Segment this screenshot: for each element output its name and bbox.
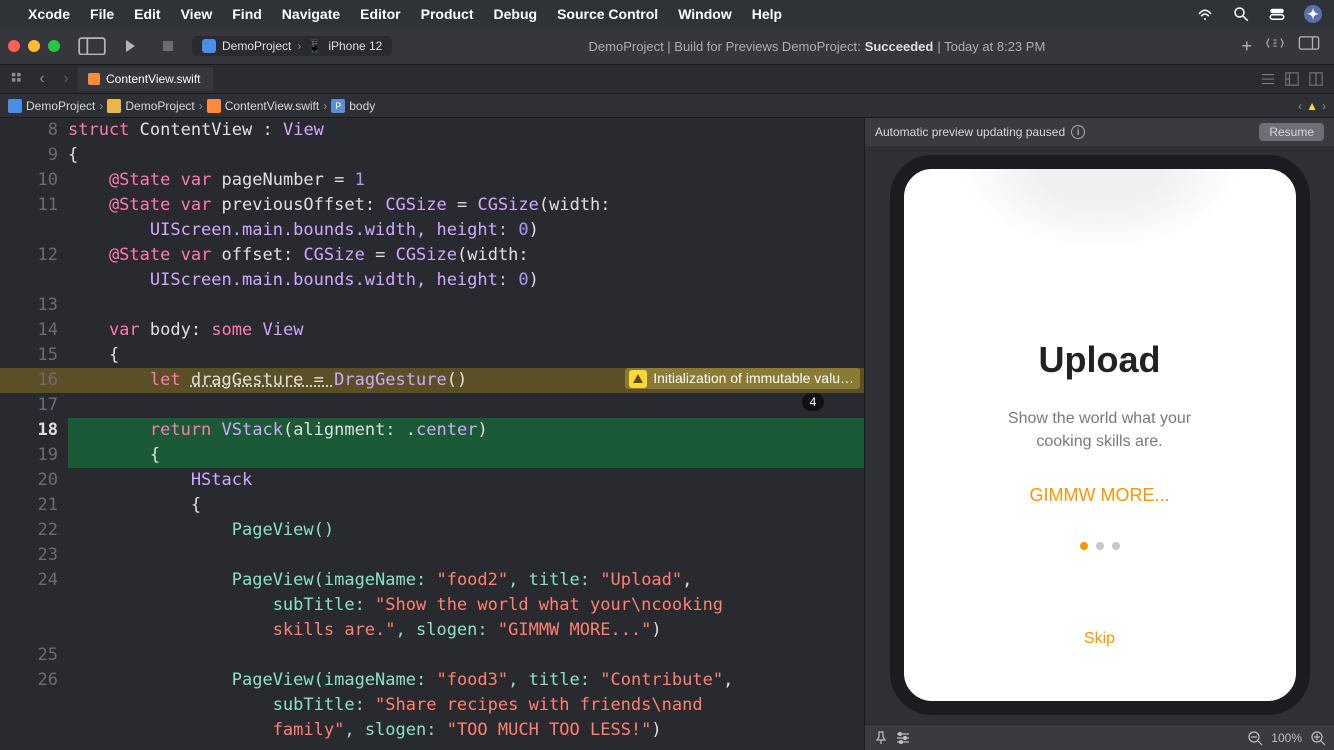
macos-menubar: Xcode File Edit View Find Navigate Edito… [0,0,1334,28]
property-icon: P [331,99,345,113]
related-items-button[interactable] [6,72,30,86]
menu-view[interactable]: View [181,6,213,22]
toggle-inspector-button[interactable] [1298,36,1320,57]
device-icon: 📱 [307,39,322,53]
menu-navigate[interactable]: Navigate [282,6,340,22]
project-icon [8,99,22,113]
file-tab-label: ContentView.swift [106,72,201,86]
jump-bar-row: ‹ › ContentView.swift [0,64,1334,94]
breadcrumb: DemoProject › DemoProject › ContentView.… [0,94,1334,118]
preview-slogan: GIMMW MORE... [1030,485,1170,506]
user-icon[interactable]: ✦ [1304,5,1322,23]
menu-debug[interactable]: Debug [494,6,538,22]
stop-button[interactable] [154,34,182,58]
zoom-in-icon[interactable] [1310,730,1326,746]
warning-indicator-icon[interactable]: ▲ [1306,99,1318,113]
menu-find[interactable]: Find [232,6,262,22]
warning-text: Initialization of immutable valu… [653,366,854,391]
warning-triangle-icon [629,370,647,388]
run-button[interactable] [116,34,144,58]
page-indicator [1080,542,1120,550]
chevron-right-icon: › [297,39,301,53]
scheme-project: DemoProject [222,39,291,53]
page-dot [1112,542,1120,550]
issue-count-badge[interactable]: 4 [802,393,824,411]
wifi-icon[interactable] [1196,5,1214,23]
zoom-level[interactable]: 100% [1271,731,1302,745]
add-button[interactable]: + [1241,36,1252,57]
folder-icon [107,99,121,113]
menu-file[interactable]: File [90,6,114,22]
code-editor[interactable]: 8struct ContentView : View 9{ 10 @State … [0,118,864,750]
crumb-file[interactable]: ContentView.swift [225,99,320,113]
scheme-device: iPhone 12 [328,39,382,53]
adjust-editor-icon[interactable] [1280,72,1304,86]
info-icon[interactable]: i [1071,125,1085,139]
menu-editor[interactable]: Editor [360,6,400,22]
preview-title: Upload [1039,339,1161,381]
swift-file-icon [207,99,221,113]
menu-edit[interactable]: Edit [134,6,160,22]
control-center-icon[interactable] [1268,5,1286,23]
menu-product[interactable]: Product [421,6,474,22]
code-review-button[interactable] [1266,36,1284,57]
preview-bottom-bar: 100% [865,724,1334,750]
canvas-preview-panel: Automatic preview updating paused i Resu… [864,118,1334,750]
page-dot [1096,542,1104,550]
spotlight-icon[interactable] [1232,5,1250,23]
activity-status: DemoProject | Build for Previews DemoPro… [402,39,1231,54]
window-traffic-lights [8,40,60,52]
preview-subtitle: Show the world what your cooking skills … [1008,407,1191,453]
skip-button[interactable]: Skip [1084,630,1115,648]
swift-file-icon [88,73,100,85]
crumb-project[interactable]: DemoProject [26,99,95,113]
preview-status-bar: Automatic preview updating paused i Resu… [865,118,1334,146]
editor-options-icon[interactable] [1256,72,1280,86]
add-editor-icon[interactable] [1304,72,1328,86]
chevron-left-icon[interactable]: ‹ [1298,99,1302,113]
chevron-right-icon[interactable]: › [1322,99,1326,113]
scheme-selector[interactable]: DemoProject › 📱 iPhone 12 [192,36,392,56]
device-frame: Upload Show the world what your cooking … [890,155,1310,715]
window-close-button[interactable] [8,40,20,52]
forward-button[interactable]: › [54,70,78,88]
resume-button[interactable]: Resume [1259,123,1324,141]
menu-help[interactable]: Help [752,6,782,22]
toggle-navigator-button[interactable] [78,34,106,58]
menu-window[interactable]: Window [678,6,732,22]
crumb-symbol[interactable]: body [349,99,375,113]
pin-preview-icon[interactable] [873,730,889,746]
file-tab-contentview[interactable]: ContentView.swift [78,67,213,91]
preview-settings-icon[interactable] [895,730,911,746]
page-dot-active [1080,542,1088,550]
app-icon [202,39,216,53]
window-zoom-button[interactable] [48,40,60,52]
window-minimize-button[interactable] [28,40,40,52]
xcode-toolbar: DemoProject › 📱 iPhone 12 DemoProject | … [0,28,1334,64]
menu-source-control[interactable]: Source Control [557,6,658,22]
zoom-out-icon[interactable] [1247,730,1263,746]
back-button[interactable]: ‹ [30,70,54,88]
app-menu-xcode[interactable]: Xcode [28,6,70,22]
preview-canvas[interactable]: Upload Show the world what your cooking … [865,146,1334,724]
inline-warning[interactable]: Initialization of immutable valu… [625,368,860,389]
crumb-folder[interactable]: DemoProject [125,99,194,113]
preview-paused-label: Automatic preview updating paused [875,125,1065,139]
preview-image-placeholder [960,155,1240,249]
